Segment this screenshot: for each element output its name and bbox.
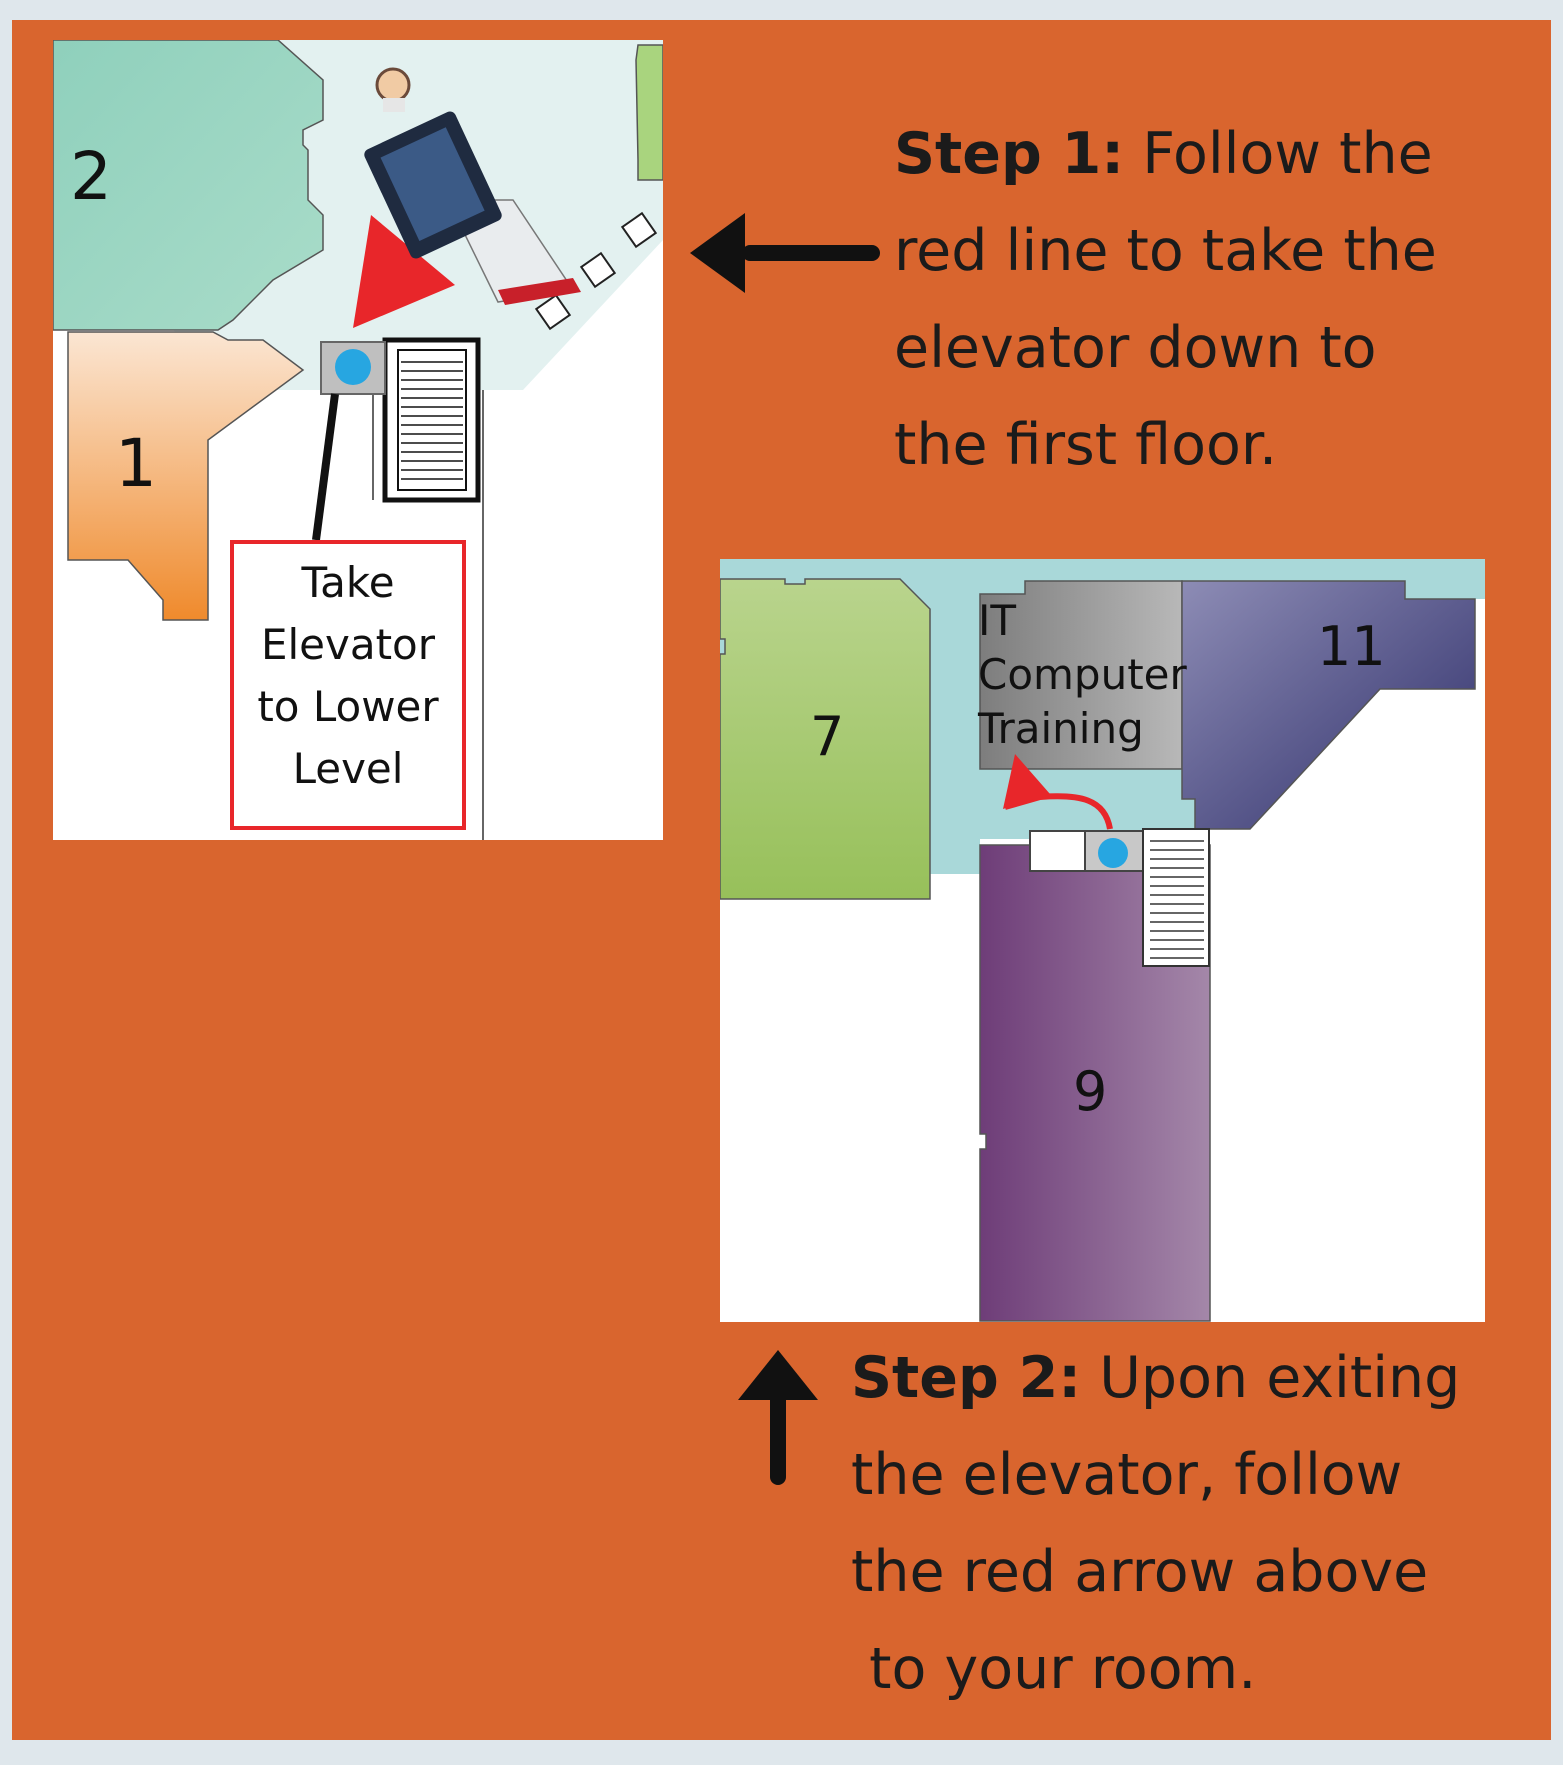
- room-11-label: 11: [1317, 615, 1386, 678]
- step2-line: to your room.: [851, 1636, 1257, 1702]
- step2-text: Step 2: Upon exiting the elevator, follo…: [851, 1330, 1531, 1718]
- room-it-line: Training: [978, 704, 1144, 753]
- room-1-label: 1: [115, 425, 157, 502]
- step1-line: the first floor.: [894, 412, 1278, 478]
- step1-lead: Step 1:: [894, 121, 1125, 187]
- room-it-line: Computer: [978, 650, 1187, 699]
- callout-line: Take: [301, 558, 395, 607]
- step1-text: Step 1: Follow the red line to take the …: [894, 106, 1524, 494]
- elevator-dot: [1098, 838, 1128, 868]
- room-it-line: IT: [978, 596, 1017, 645]
- callout-line: Level: [292, 744, 404, 793]
- arrow-left-icon: [690, 213, 880, 293]
- room-9-label: 9: [1073, 1060, 1108, 1123]
- step1-line: elevator down to: [894, 315, 1377, 381]
- elevator-dot: [335, 349, 371, 385]
- room-2-label: 2: [70, 138, 112, 215]
- step1-line: red line to take the: [894, 218, 1437, 284]
- step1-line: Follow the: [1142, 121, 1433, 187]
- room-7-label: 7: [810, 705, 845, 768]
- callout-box: Take Elevator to Lower Level: [230, 540, 466, 830]
- callout-line: to Lower: [257, 682, 439, 731]
- step2-line: the red arrow above: [851, 1539, 1429, 1605]
- step2-line: Upon exiting: [1099, 1345, 1461, 1411]
- step2-lead: Step 2:: [851, 1345, 1082, 1411]
- arrow-up-icon: [738, 1350, 818, 1485]
- room-it-label: IT Computer Training: [978, 594, 1187, 756]
- step2-line: the elevator, follow: [851, 1442, 1403, 1508]
- callout-line: Elevator: [260, 620, 436, 669]
